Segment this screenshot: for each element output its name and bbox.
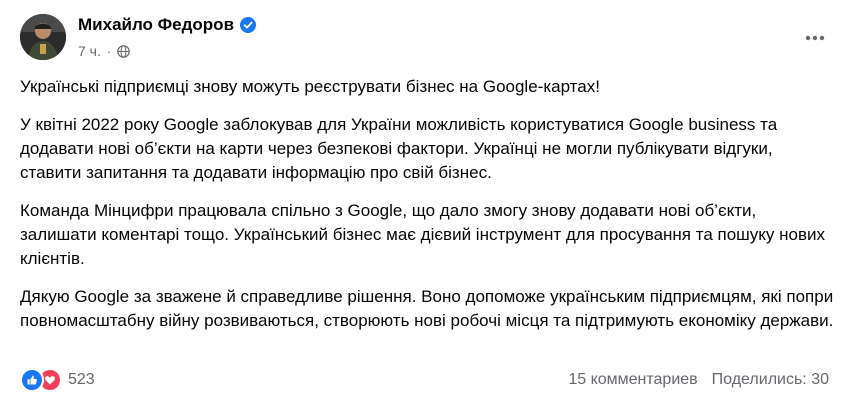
post-paragraph: У квітні 2022 року Google заблокував для… [20,115,778,182]
post-paragraph: Дякую Google за зважене й справедливе рі… [20,287,834,330]
post-footer: 523 15 комментариев Поделились: 30 [20,368,829,392]
meta-separator: · [106,43,112,59]
post-paragraph: Команда Мінцифри працювала спільно з Goo… [20,201,826,268]
facebook-post: Михайло Федоров 7 ч. · Українські підпри… [0,0,849,402]
globe-icon[interactable] [117,44,130,58]
comments-link[interactable]: 15 комментариев [568,371,697,389]
author-row: Михайло Федоров [78,15,257,35]
reactions-summary[interactable]: 523 [20,368,95,392]
more-options-button[interactable] [797,20,833,56]
author-name[interactable]: Михайло Федоров [78,15,234,35]
avatar[interactable] [20,14,66,60]
post-paragraph: Українські підприємці знову можуть реєст… [20,77,600,96]
post-meta: 7 ч. · [78,43,130,59]
shares-link[interactable]: Поделились: 30 [712,371,829,389]
reaction-count: 523 [68,371,95,388]
post-time[interactable]: 7 ч. [78,43,101,59]
post-content: Українські підприємці знову можуть реєст… [20,75,835,347]
like-reaction-icon [20,368,44,392]
avatar-image [20,14,66,60]
more-options-icon [805,35,825,41]
verified-badge-icon [240,17,257,33]
